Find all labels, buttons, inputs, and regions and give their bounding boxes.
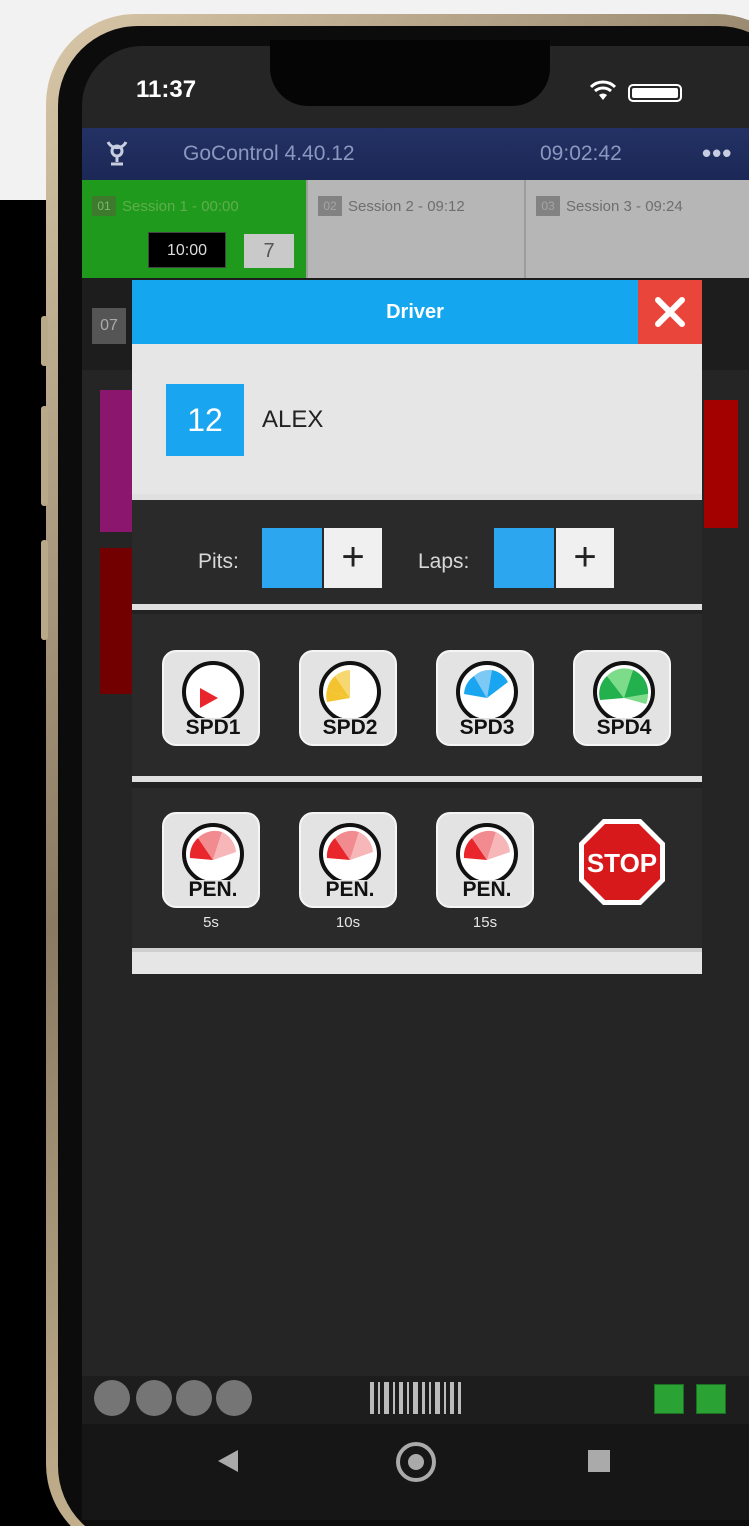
spd2-button[interactable]: SPD2 <box>299 650 397 746</box>
volume-up-button <box>41 406 48 506</box>
screenshot-stage: 11:37 GoControl 4.40.12 09:02:42 ••• 01 … <box>0 0 749 1526</box>
volume-down-button <box>41 540 48 640</box>
gocontrol-logo-icon <box>106 141 128 166</box>
status-time: 11:37 <box>136 76 197 103</box>
session-number: 03 <box>536 196 560 216</box>
spd4-label: SPD4 <box>596 716 652 739</box>
pits-field[interactable] <box>262 528 322 588</box>
speedometer-icon <box>593 661 655 718</box>
penalty-duration: 5s <box>203 914 219 931</box>
kart-status-bar-red <box>100 548 132 694</box>
app-title: GoControl 4.40.12 <box>183 142 355 165</box>
settings-icon[interactable] <box>696 1384 726 1414</box>
speedometer-icon <box>182 661 244 718</box>
session-label: Session 2 - 09:12 <box>348 198 465 215</box>
kart-status-bar-purple <box>100 390 132 532</box>
pits-plus-button[interactable]: + <box>324 528 382 588</box>
recent-apps-icon[interactable] <box>588 1450 610 1472</box>
page-dot-3[interactable] <box>176 1380 212 1416</box>
stop-label: STOP <box>587 848 657 878</box>
penalty-buttons-section: PEN. 5s PEN. 10s PEN. 15s STOP <box>132 788 702 948</box>
page-dot-1[interactable] <box>94 1380 130 1416</box>
kart-status-bar-red-right <box>704 400 738 528</box>
penalty-gauge-icon <box>456 823 518 880</box>
laps-plus-button[interactable]: + <box>556 528 614 588</box>
back-icon[interactable] <box>218 1450 238 1472</box>
session-tab-2[interactable]: 02 Session 2 - 09:12 <box>306 180 524 278</box>
mute-switch <box>41 316 48 366</box>
close-button[interactable] <box>638 280 702 344</box>
speedometer-icon <box>456 661 518 718</box>
close-icon <box>655 297 685 327</box>
penalty-gauge-icon <box>319 823 381 880</box>
session-label: Session 1 - 00:00 <box>122 198 239 215</box>
penalty-10s-button[interactable]: PEN. <box>299 812 397 908</box>
pits-laps-section: Pits: + Laps: + <box>132 494 702 610</box>
speedometer-icon <box>319 661 381 718</box>
session-number: 01 <box>92 196 116 216</box>
penalty-gauge-icon <box>182 823 244 880</box>
penalty-15s-button[interactable]: PEN. <box>436 812 534 908</box>
session-count-badge: 7 <box>244 234 294 268</box>
app-clock: 09:02:42 <box>540 142 622 165</box>
camera-notch <box>270 40 550 106</box>
driver-info: 12 ALEX <box>132 344 702 494</box>
spd3-label: SPD3 <box>459 716 515 739</box>
wifi-icon <box>590 80 616 100</box>
spd1-button[interactable]: SPD1 <box>162 650 260 746</box>
pits-label: Pits: <box>198 550 239 573</box>
home-icon[interactable] <box>396 1442 436 1482</box>
penalty-duration: 15s <box>472 914 498 931</box>
spd3-button[interactable]: SPD3 <box>436 650 534 746</box>
driver-number-badge: 12 <box>166 384 244 456</box>
driver-modal: Driver 12 ALEX Pits: + Laps: + SPD1 SPD2… <box>132 280 702 974</box>
kart-row-number: 07 <box>92 308 126 344</box>
session-number: 02 <box>318 196 342 216</box>
share-icon[interactable] <box>654 1384 684 1414</box>
penalty-label: PEN. <box>462 878 512 901</box>
laps-field[interactable] <box>494 528 554 588</box>
stop-sign-button[interactable]: STOP <box>576 816 668 908</box>
spd1-label: SPD1 <box>185 716 241 739</box>
barcode-icon[interactable] <box>368 1380 464 1416</box>
penalty-label: PEN. <box>325 878 375 901</box>
laps-label: Laps: <box>418 550 470 573</box>
page-dot-2[interactable] <box>136 1380 172 1416</box>
spd2-label: SPD2 <box>322 716 378 739</box>
spd4-button[interactable]: SPD4 <box>573 650 671 746</box>
penalty-duration: 10s <box>335 914 361 931</box>
session-time-display: 10:00 <box>148 232 226 268</box>
speed-buttons-section: SPD1 SPD2 SPD3 SPD4 <box>132 614 702 782</box>
session-tab-3[interactable]: 03 Session 3 - 09:24 <box>524 180 749 278</box>
driver-name: ALEX <box>262 406 324 433</box>
penalty-label: PEN. <box>188 878 238 901</box>
modal-footer <box>132 948 702 974</box>
modal-title: Driver <box>132 280 638 344</box>
more-menu-icon[interactable]: ••• <box>702 138 732 169</box>
session-label: Session 3 - 09:24 <box>566 198 683 215</box>
penalty-5s-button[interactable]: PEN. <box>162 812 260 908</box>
battery-icon <box>628 84 682 102</box>
page-dot-4[interactable] <box>216 1380 252 1416</box>
